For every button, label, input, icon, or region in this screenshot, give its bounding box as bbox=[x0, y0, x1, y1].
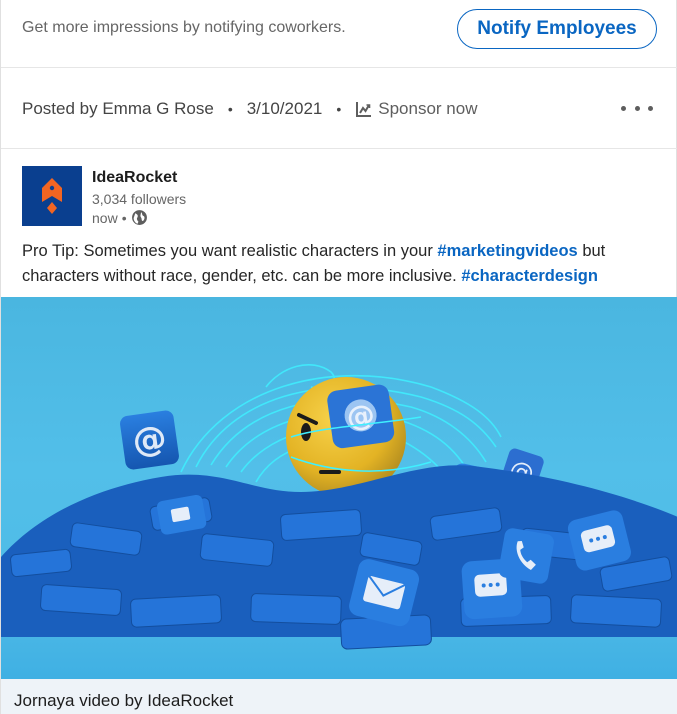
sponsor-now-label: Sponsor now bbox=[378, 99, 478, 118]
company-logo[interactable] bbox=[22, 166, 82, 226]
hashtag-link[interactable]: #characterdesign bbox=[461, 267, 598, 285]
post-meta-bar: Posted by Emma G Rose • 3/10/2021 • Spon… bbox=[1, 69, 677, 149]
post-time-row: now • bbox=[92, 209, 148, 226]
follower-count: 3,034 followers bbox=[92, 191, 187, 207]
video-caption: Jornaya video by IdeaRocket bbox=[14, 691, 234, 710]
post-frame: Get more impressions by notifying cowork… bbox=[0, 0, 677, 714]
rocket-logo-icon bbox=[42, 178, 62, 214]
post-meta-row: Posted by Emma G Rose • 3/10/2021 • Spon… bbox=[22, 99, 478, 119]
tile-pile bbox=[1, 465, 677, 650]
notify-employees-bar: Get more impressions by notifying cowork… bbox=[1, 0, 677, 68]
notify-employees-button[interactable]: Notify Employees bbox=[457, 9, 657, 49]
ellipsis-icon bbox=[621, 105, 626, 111]
ellipsis-icon bbox=[648, 105, 653, 111]
post-date: 3/10/2021 bbox=[246, 99, 323, 118]
post-body-text: Pro Tip: Sometimes you want realistic ch… bbox=[22, 239, 662, 289]
chart-icon bbox=[356, 101, 372, 117]
separator-dot: • bbox=[227, 101, 233, 117]
separator-dot: • bbox=[121, 209, 127, 226]
hashtag-link[interactable]: #marketingvideos bbox=[437, 242, 577, 260]
globe-icon bbox=[131, 210, 147, 225]
post-time: now bbox=[92, 209, 118, 226]
sponsor-now-link[interactable]: Sponsor now bbox=[355, 99, 478, 119]
post-text-part: Pro Tip: Sometimes you want realistic ch… bbox=[22, 242, 438, 260]
ellipsis-icon bbox=[634, 105, 640, 111]
posted-by-text: Posted by Emma G Rose bbox=[22, 99, 214, 118]
post-video[interactable]: @ @ @ @ bbox=[1, 297, 677, 679]
video-frame-illustration: @ @ @ @ bbox=[1, 364, 677, 679]
separator-dot: • bbox=[336, 101, 342, 117]
video-caption-bar: Jornaya video by IdeaRocket bbox=[1, 679, 677, 714]
company-name-link[interactable]: IdeaRocket bbox=[92, 169, 177, 187]
svg-text:@: @ bbox=[130, 418, 169, 462]
more-options-button[interactable] bbox=[621, 99, 653, 117]
svg-text:@: @ bbox=[345, 398, 377, 435]
notify-prompt: Get more impressions by notifying cowork… bbox=[22, 19, 346, 36]
